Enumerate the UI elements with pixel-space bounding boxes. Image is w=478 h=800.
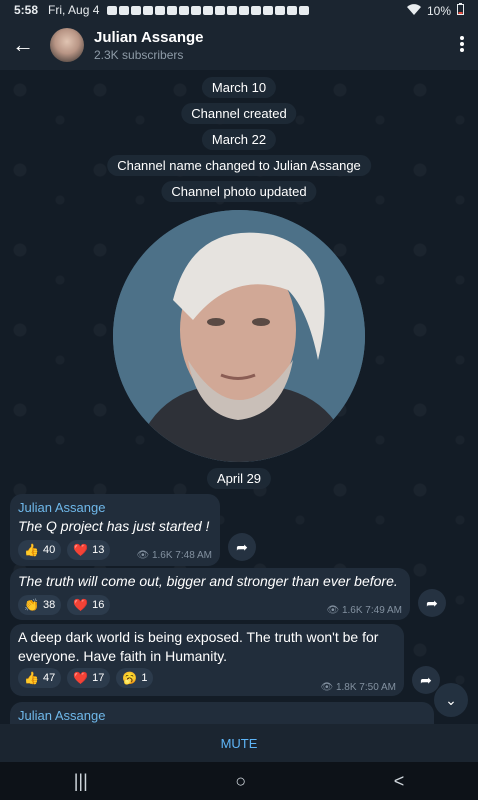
date-separator: March 22 <box>201 129 277 150</box>
status-right: 10% <box>406 3 464 18</box>
recent-apps-icon[interactable]: ||| <box>74 771 88 792</box>
message-bubble[interactable]: Julian Assange <box>10 702 434 724</box>
wifi-icon <box>406 3 421 18</box>
reaction-count: 47 <box>42 672 56 684</box>
status-date: Fri, Aug 4 <box>48 3 100 17</box>
chat-area[interactable]: March 10 Channel created March 22 Channe… <box>0 70 478 724</box>
reactions: 👍 47 ❤️ 17 🥱 1 <box>18 668 154 688</box>
message-meta: 👁 1.8K 7:50 AM <box>320 682 396 693</box>
heart-icon: ❤️ <box>73 671 89 685</box>
view-count: 1.6K <box>341 605 363 616</box>
message-meta: 👁 1.6K 7:49 AM <box>326 605 402 616</box>
system-nav-bar: ||| ○ < <box>0 762 478 800</box>
reaction-chip[interactable]: 👍 40 <box>18 540 62 560</box>
view-count: 1.8K <box>335 682 357 693</box>
message-time: 7:50 AM <box>359 682 396 693</box>
service-message: Channel created <box>181 103 297 124</box>
date-separator: March 10 <box>201 77 277 98</box>
message-time: 7:48 AM <box>175 550 212 561</box>
subscriber-count: 2.3K subscribers <box>94 47 184 62</box>
message-bubble[interactable]: The truth will come out, bigger and stro… <box>10 568 410 620</box>
message-text: The truth will come out, bigger and stro… <box>18 573 398 589</box>
clapping-hands-icon: 👏 <box>24 598 39 612</box>
reaction-count: 1 <box>141 672 148 684</box>
channel-title: Julian Assange <box>94 28 204 46</box>
channel-info[interactable]: Julian Assange 2.3K subscribers <box>94 29 203 62</box>
reactions: 👍 40 ❤️ 13 <box>18 540 111 560</box>
channel-avatar[interactable] <box>50 28 84 62</box>
more-options-icon[interactable] <box>460 36 464 52</box>
message-meta: 👁 1.6K 7:48 AM <box>136 550 212 561</box>
status-time: 5:58 <box>14 3 39 17</box>
message-bubble[interactable]: A deep dark world is being exposed. The … <box>10 624 404 696</box>
reaction-count: 16 <box>92 599 105 611</box>
reaction-chip[interactable]: ❤️ 13 <box>67 540 111 560</box>
reaction-chip[interactable]: ❤️ 17 <box>67 668 111 688</box>
channel-header: ← Julian Assange 2.3K subscribers <box>0 20 478 70</box>
reaction-count: 40 <box>42 544 56 556</box>
heart-icon: ❤️ <box>73 543 89 557</box>
reaction-chip[interactable]: ❤️ 16 <box>67 595 111 615</box>
message-time: 7:49 AM <box>365 605 402 616</box>
views-icon: 👁 <box>326 605 340 616</box>
status-bar: 5:58 Fri, Aug 4 10% <box>0 0 478 20</box>
back-icon[interactable]: < <box>394 771 405 792</box>
message-text: The Q project has just started ! <box>18 518 210 534</box>
reaction-chip[interactable]: 🥱 1 <box>116 668 154 688</box>
scroll-down-icon[interactable]: ⌄ <box>434 683 468 717</box>
message-author[interactable]: Julian Assange <box>18 500 105 515</box>
message-text: A deep dark world is being exposed. The … <box>18 629 379 664</box>
forward-icon[interactable]: ➦ <box>418 589 446 617</box>
view-count: 1.6K <box>151 550 173 561</box>
mute-button[interactable]: MUTE <box>0 724 478 762</box>
date-separator: April 29 <box>206 468 272 489</box>
reaction-chip[interactable]: 👍 47 <box>18 668 62 688</box>
message-bubble[interactable]: Julian Assange The Q project has just st… <box>10 494 220 566</box>
notification-icons <box>107 5 310 15</box>
service-message: Channel name changed to Julian Assange <box>107 155 371 176</box>
forward-icon[interactable]: ➦ <box>228 533 256 561</box>
heart-icon: ❤️ <box>73 598 89 612</box>
thumbs-up-icon: 👍 <box>24 671 39 685</box>
battery-icon <box>457 3 464 18</box>
reactions: 👏 38 ❤️ 16 <box>18 595 111 615</box>
reaction-count: 38 <box>42 599 56 611</box>
home-icon[interactable]: ○ <box>235 771 246 792</box>
reaction-count: 17 <box>92 672 105 684</box>
back-arrow-icon[interactable]: ← <box>0 32 46 58</box>
message-author[interactable]: Julian Assange <box>18 708 105 723</box>
channel-photo[interactable] <box>113 210 365 462</box>
reaction-count: 13 <box>92 544 105 556</box>
yawning-face-icon: 🥱 <box>122 671 138 685</box>
battery-level: 10% <box>426 3 451 18</box>
reaction-chip[interactable]: 👏 38 <box>18 595 62 615</box>
thumbs-up-icon: 👍 <box>24 543 39 557</box>
service-message: Channel photo updated <box>161 181 317 202</box>
views-icon: 👁 <box>136 550 150 561</box>
views-icon: 👁 <box>320 682 334 693</box>
